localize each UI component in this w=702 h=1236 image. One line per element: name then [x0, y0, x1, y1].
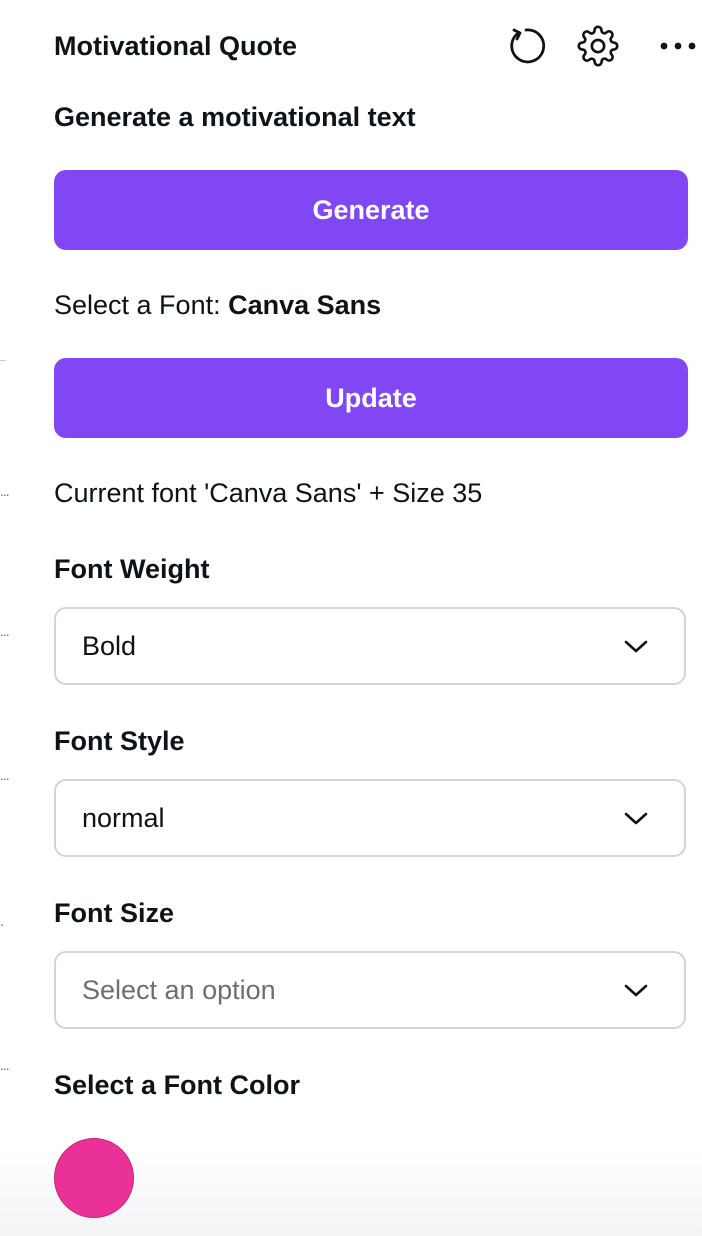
- gear-icon[interactable]: [576, 24, 620, 68]
- current-font-status: Current font 'Canva Sans' + Size 35: [54, 478, 483, 508]
- chevron-down-icon: [624, 984, 648, 997]
- font-weight-value: Bold: [82, 631, 137, 661]
- more-icon[interactable]: [656, 24, 700, 68]
- edge-ellipsis: ...: [0, 483, 10, 499]
- chevron-down-icon: [624, 640, 648, 653]
- edge-ellipsis: ...: [0, 623, 10, 639]
- edge-ellipsis: ...: [0, 1057, 10, 1073]
- font-weight-select[interactable]: Bold: [54, 607, 686, 685]
- selected-font-name: Canva Sans: [228, 290, 382, 320]
- update-button[interactable]: Update: [54, 358, 688, 438]
- generate-label: Generate a motivational text: [54, 102, 416, 132]
- reload-icon[interactable]: [504, 24, 548, 68]
- generate-button[interactable]: Generate: [54, 170, 688, 250]
- font-weight-label: Font Weight: [54, 554, 210, 584]
- edge-ellipsis: ...: [0, 767, 10, 783]
- chevron-down-icon: [624, 812, 648, 825]
- font-style-select[interactable]: normal: [54, 779, 686, 857]
- font-style-label: Font Style: [54, 726, 185, 756]
- edge-divider: [0, 360, 6, 361]
- font-size-select[interactable]: Select an option: [54, 951, 686, 1029]
- app-title: Motivational Quote: [54, 31, 297, 61]
- font-size-placeholder: Select an option: [82, 975, 276, 1005]
- edge-ellipsis: .: [0, 913, 4, 929]
- font-size-label: Font Size: [54, 898, 174, 928]
- font-select-label: Select a Font: Canva Sans: [54, 288, 381, 322]
- font-select-prefix: Select a Font:: [54, 290, 221, 320]
- font-color-swatch[interactable]: [54, 1138, 134, 1218]
- font-color-label: Select a Font Color: [54, 1070, 301, 1100]
- font-style-value: normal: [82, 803, 165, 833]
